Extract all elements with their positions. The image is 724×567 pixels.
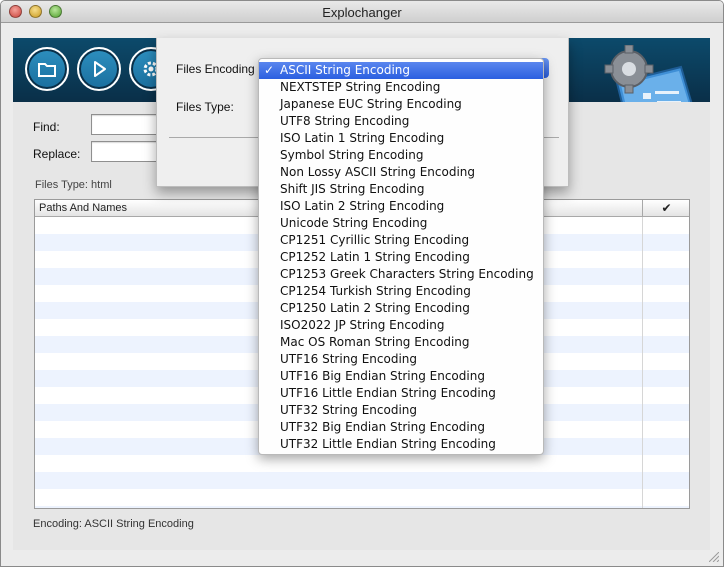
files-type-text: Files Type: html: [35, 179, 112, 191]
encoding-menu-item[interactable]: UTF8 String Encoding: [259, 113, 543, 130]
encoding-menu-item-label: Non Lossy ASCII String Encoding: [280, 165, 475, 179]
encoding-status: Encoding: ASCII String Encoding: [33, 518, 194, 530]
encoding-menu-item[interactable]: UTF32 Little Endian String Encoding: [259, 436, 543, 453]
encoding-dropdown-menu[interactable]: ✓ ASCII String Encoding NEXTSTEP String En…: [258, 58, 544, 455]
app-window: Explochanger Find: Replace: Files Type: …: [0, 0, 724, 567]
encoding-menu-item-label: ISO2022 JP String Encoding: [280, 318, 445, 332]
encoding-menu-item[interactable]: UTF16 String Encoding: [259, 351, 543, 368]
encoding-menu-item[interactable]: ✓ ASCII String Encoding: [259, 62, 543, 79]
play-icon: [94, 61, 106, 77]
encoding-menu-item[interactable]: ISO2022 JP String Encoding: [259, 317, 543, 334]
encoding-menu-item[interactable]: Non Lossy ASCII String Encoding: [259, 164, 543, 181]
resize-grip-icon[interactable]: [709, 552, 719, 562]
encoding-menu-item-label: UTF32 String Encoding: [280, 403, 418, 417]
open-folder-button[interactable]: [25, 47, 69, 91]
encoding-menu-item-label: CP1252 Latin 1 String Encoding: [280, 250, 470, 264]
encoding-menu-item-label: ASCII String Encoding: [280, 63, 411, 77]
encoding-menu-item-label: CP1251 Cyrillic String Encoding: [280, 233, 470, 247]
encoding-menu-item-label: UTF16 Big Endian String Encoding: [280, 369, 485, 383]
folder-icon: [38, 63, 56, 77]
encoding-menu-item[interactable]: ISO Latin 1 String Encoding: [259, 130, 543, 147]
title-bar[interactable]: Explochanger: [1, 1, 723, 23]
encoding-menu-item[interactable]: Mac OS Roman String Encoding: [259, 334, 543, 351]
run-button[interactable]: [77, 47, 121, 91]
encoding-menu-item-label: UTF16 String Encoding: [280, 352, 418, 366]
files-encoding-label: Files Encoding: [176, 62, 255, 76]
encoding-menu-item[interactable]: CP1251 Cyrillic String Encoding: [259, 232, 543, 249]
encoding-menu-item[interactable]: Shift JIS String Encoding: [259, 181, 543, 198]
replace-label: Replace:: [33, 147, 81, 161]
encoding-menu-item-label: Shift JIS String Encoding: [280, 182, 425, 196]
encoding-menu-item-label: UTF16 Little Endian String Encoding: [280, 386, 496, 400]
encoding-menu-item[interactable]: CP1250 Latin 2 String Encoding: [259, 300, 543, 317]
encoding-menu-item-label: Mac OS Roman String Encoding: [280, 335, 470, 349]
encoding-menu-item-label: CP1253 Greek Characters String Encoding: [280, 267, 534, 281]
encoding-menu-item[interactable]: UTF16 Little Endian String Encoding: [259, 385, 543, 402]
column-divider: [642, 217, 643, 508]
sheet-files-type-label: Files Type:: [176, 100, 234, 114]
encoding-menu-item[interactable]: Symbol String Encoding: [259, 147, 543, 164]
encoding-menu-item-label: Japanese EUC String Encoding: [280, 97, 462, 111]
find-label: Find:: [33, 120, 60, 134]
encoding-menu-item[interactable]: UTF16 Big Endian String Encoding: [259, 368, 543, 385]
encoding-menu-item[interactable]: Japanese EUC String Encoding: [259, 96, 543, 113]
encoding-menu-item-label: CP1254 Turkish String Encoding: [280, 284, 471, 298]
encoding-menu-item-label: UTF32 Little Endian String Encoding: [280, 437, 496, 451]
encoding-menu-item[interactable]: ISO Latin 2 String Encoding: [259, 198, 543, 215]
encoding-menu-item-label: UTF32 Big Endian String Encoding: [280, 420, 485, 434]
encoding-menu-item[interactable]: UTF32 String Encoding: [259, 402, 543, 419]
encoding-menu-item[interactable]: UTF32 Big Endian String Encoding: [259, 419, 543, 436]
encoding-menu-item-label: UTF8 String Encoding: [280, 114, 410, 128]
window-title: Explochanger: [322, 5, 402, 20]
checkmark-icon: ✓: [264, 63, 275, 77]
encoding-menu-item-label: Symbol String Encoding: [280, 148, 424, 162]
encoding-menu-item-label: ISO Latin 1 String Encoding: [280, 131, 445, 145]
encoding-menu-item[interactable]: Unicode String Encoding: [259, 215, 543, 232]
encoding-menu-item[interactable]: CP1254 Turkish String Encoding: [259, 283, 543, 300]
encoding-menu-item[interactable]: NEXTSTEP String Encoding: [259, 79, 543, 96]
encoding-menu-item[interactable]: CP1252 Latin 1 String Encoding: [259, 249, 543, 266]
column-header-check[interactable]: ✔: [642, 200, 689, 216]
encoding-menu-item-label: Unicode String Encoding: [280, 216, 428, 230]
encoding-menu-item[interactable]: CP1253 Greek Characters String Encoding: [259, 266, 543, 283]
encoding-menu-item-label: NEXTSTEP String Encoding: [280, 80, 441, 94]
encoding-menu-item-label: CP1250 Latin 2 String Encoding: [280, 301, 470, 315]
column-header-paths[interactable]: Paths And Names: [39, 202, 127, 214]
encoding-menu-item-label: ISO Latin 2 String Encoding: [280, 199, 445, 213]
